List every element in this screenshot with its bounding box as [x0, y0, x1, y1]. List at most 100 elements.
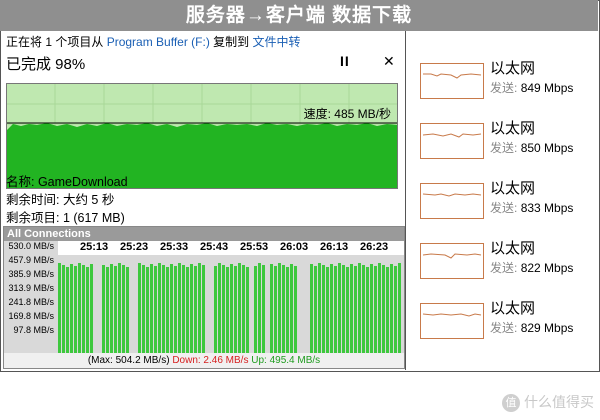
connection-bar	[378, 263, 381, 353]
y-axis-label: 457.9 MB/s	[8, 255, 54, 265]
time-label: 25:33	[160, 241, 189, 253]
connection-bar	[346, 267, 349, 353]
y-axis-label: 530.0 MB/s	[8, 241, 54, 251]
ethernet-rate-value: 850 Mbps	[520, 141, 574, 155]
connection-bar	[150, 264, 153, 353]
connections-title: All Connections	[4, 227, 404, 241]
send-key: 发送:	[490, 141, 518, 155]
ethernet-name: 以太网	[490, 300, 536, 317]
ethernet-name: 以太网	[490, 180, 536, 197]
connection-bar	[118, 263, 121, 353]
connection-bar	[366, 267, 369, 353]
connection-bar	[262, 265, 265, 353]
footer-max: (Max: 504.2 MB/s)	[87, 355, 170, 366]
connection-bar	[274, 266, 277, 353]
items-remaining: 剩余项目: 1 (617 MB)	[6, 211, 125, 225]
watermark-logo-icon: 值	[502, 394, 520, 413]
ethernet-rate-value: 829 Mbps	[520, 321, 574, 335]
time-label: 25:23	[120, 241, 149, 253]
connection-bar	[74, 266, 77, 353]
connection-bar	[182, 265, 185, 353]
connection-bar	[310, 264, 313, 353]
send-key: 发送:	[490, 261, 518, 275]
connection-bar	[86, 267, 89, 353]
ethernet-thumbnail-graph	[420, 303, 484, 339]
connections-graph: 530.0 MB/s 457.9 MB/s 385.9 MB/s 313.9 M…	[4, 241, 404, 353]
connection-bar	[226, 267, 229, 353]
ethernet-rate: 发送: 833 Mbps	[490, 199, 573, 216]
connection-bar	[318, 263, 321, 353]
connection-bar	[314, 266, 317, 353]
connection-bar	[198, 263, 201, 353]
ethernet-name: 以太网	[490, 120, 536, 137]
banner-title: 服务器→客户端 数据下载	[0, 0, 598, 31]
ethernet-item[interactable]: 以太网 发送: 849 Mbps	[406, 47, 598, 107]
connection-bar	[178, 263, 181, 353]
connection-bar	[170, 264, 173, 353]
ethernet-thumbnail-graph	[420, 63, 484, 99]
connection-bar	[230, 264, 233, 353]
connection-bar	[350, 264, 353, 353]
pause-icon[interactable]: II	[340, 53, 350, 69]
connections-footer: (Max: 504.2 MB/s) Down: 2.46 MB/s Up: 49…	[4, 353, 404, 368]
connections-bars	[58, 241, 404, 353]
watermark-text: 什么值得买	[524, 394, 594, 410]
connection-bar	[158, 263, 161, 353]
ethernet-item[interactable]: 以太网 发送: 822 Mbps	[406, 227, 598, 287]
destination-link[interactable]: 文件中转	[253, 35, 301, 49]
ethernet-item[interactable]: 以太网 发送: 829 Mbps	[406, 287, 598, 347]
ethernet-thumbnail-graph	[420, 183, 484, 219]
connection-bar	[390, 264, 393, 353]
connection-bar	[166, 267, 169, 353]
connection-bar	[190, 264, 193, 353]
connection-bar	[398, 263, 401, 353]
connection-bar	[258, 263, 261, 353]
connection-bar	[326, 267, 329, 353]
connection-bar	[354, 266, 357, 353]
connection-bar	[282, 265, 285, 353]
copy-prefix: 正在将 1 个项目从	[6, 35, 104, 49]
copy-dialog: 正在将 1 个项目从 Program Buffer (F:) 复制到 文件中转 …	[0, 31, 406, 370]
connection-bar	[146, 267, 149, 353]
connection-bar	[234, 266, 237, 353]
connection-bar	[370, 264, 373, 353]
ethernet-rate-value: 822 Mbps	[520, 261, 574, 275]
connection-bar	[334, 266, 337, 353]
watermark: 值什么值得买	[502, 392, 594, 413]
copy-mid: 复制到	[213, 35, 250, 49]
time-label: 25:43	[200, 241, 229, 253]
connection-bar	[382, 265, 385, 353]
footer-up: Up: 495.4 MB/s	[251, 355, 321, 366]
connection-bar	[270, 264, 273, 353]
connection-bar	[294, 266, 297, 353]
connection-bar	[218, 263, 221, 353]
ethernet-item[interactable]: 以太网 发送: 833 Mbps	[406, 167, 598, 227]
connection-bar	[142, 265, 145, 353]
send-key: 发送:	[490, 321, 518, 335]
connection-bar	[162, 265, 165, 353]
connection-bar	[202, 265, 205, 353]
time-label: 26:23	[360, 241, 389, 253]
source-link[interactable]: Program Buffer (F:)	[107, 35, 210, 49]
ethernet-rate: 发送: 822 Mbps	[490, 259, 573, 276]
y-axis-label: 313.9 MB/s	[8, 283, 54, 293]
send-key: 发送:	[490, 81, 518, 95]
connection-bar	[62, 265, 65, 353]
connection-bar	[394, 266, 397, 353]
connection-bar	[90, 264, 93, 353]
time-label: 25:53	[240, 241, 269, 253]
ethernet-rate-value: 849 Mbps	[520, 81, 574, 95]
connection-bar	[338, 263, 341, 353]
connection-bar	[174, 266, 177, 353]
connection-bar	[242, 265, 245, 353]
speed-label: 速度: 485 MB/秒	[304, 106, 391, 121]
close-icon[interactable]: ✕	[383, 53, 395, 70]
connection-bar	[358, 263, 361, 353]
ethernet-rate: 发送: 850 Mbps	[490, 139, 573, 156]
connection-bar	[126, 267, 129, 353]
connection-bar	[322, 265, 325, 353]
y-axis-label: 169.8 MB/s	[8, 311, 54, 321]
time-axis-band	[58, 241, 404, 255]
connection-bar	[246, 267, 249, 353]
ethernet-item[interactable]: 以太网 发送: 850 Mbps	[406, 107, 598, 167]
